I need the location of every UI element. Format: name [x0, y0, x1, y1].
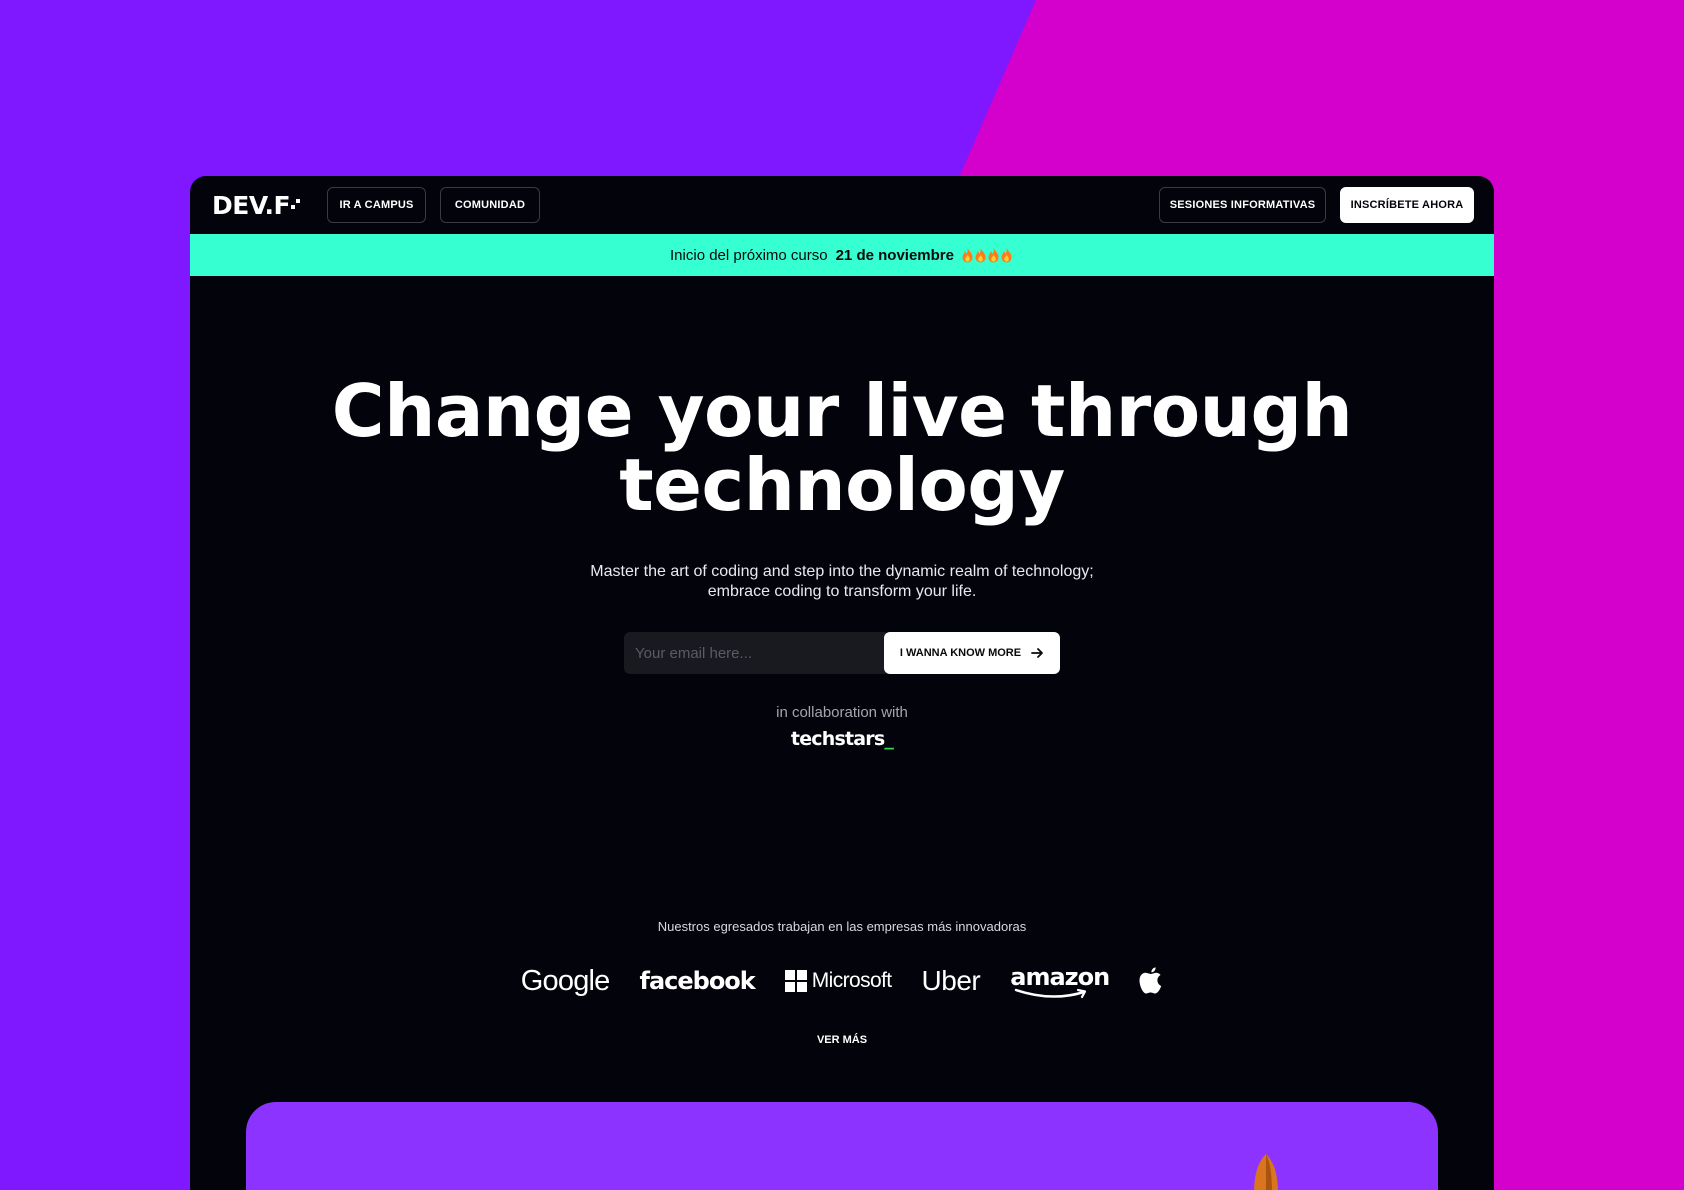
fire-icon — [962, 247, 973, 262]
hero-subtitle-line1: Master the art of coding and step into t… — [590, 563, 1094, 580]
amazon-smile-icon — [1015, 988, 1087, 999]
hero-title-line2: technology — [619, 443, 1065, 527]
companies-heading: Nuestros egresados trabajan en las empre… — [657, 919, 1027, 934]
apple-icon — [1139, 967, 1162, 994]
navbar: DEV.F IR A CAMPUS COMUNIDAD SESIONES INF… — [190, 176, 1494, 234]
announcement-bar: Inicio del próximo curso 21 de noviembre — [190, 234, 1494, 276]
google-logo: Google — [520, 964, 611, 997]
facebook-logo: facebook — [639, 967, 756, 995]
rocket-icon — [1254, 1154, 1278, 1190]
techstars-logo: techstars_ — [790, 728, 894, 750]
uber-logo: Uber — [921, 965, 981, 996]
campus-button[interactable]: IR A CAMPUS — [327, 187, 426, 223]
fire-icon — [975, 247, 986, 262]
announcement-date: 21 de noviembre — [835, 246, 954, 264]
company-logos: Google facebook Microsoft Uber amazon — [190, 961, 1494, 1001]
inscribete-ahora-button[interactable]: INSCRÍBETE AHORA — [1340, 187, 1474, 223]
cta-label: I WANNA KNOW MORE — [899, 647, 1022, 659]
sesiones-informativas-button[interactable]: SESIONES INFORMATIVAS — [1159, 187, 1326, 223]
announcement-text: Inicio del próximo curso — [670, 246, 828, 264]
devf-logo[interactable]: DEV.F — [212, 193, 301, 219]
collab-text: in collaboration with — [776, 704, 908, 721]
ver-mas-link[interactable]: VER MÁS — [190, 1034, 1494, 1046]
hero-title-line1: Change your live through — [331, 369, 1353, 453]
hero-title: Change your live through technology — [190, 374, 1494, 522]
fire-icons — [962, 247, 1014, 263]
comunidad-button[interactable]: COMUNIDAD — [440, 187, 540, 223]
arrow-right-icon — [1031, 648, 1043, 658]
purple-feature-card — [246, 1102, 1438, 1190]
hero-subtitle-line2: embrace coding to transform your life. — [707, 583, 977, 600]
windows-icon — [784, 970, 807, 992]
email-input[interactable] — [624, 632, 886, 674]
microsoft-logo: Microsoft — [784, 969, 892, 993]
hero-subtitle: Master the art of coding and step into t… — [542, 562, 1142, 602]
browser-window: DEV.F IR A CAMPUS COMUNIDAD SESIONES INF… — [190, 176, 1494, 1190]
wanna-know-more-button[interactable]: I WANNA KNOW MORE — [884, 632, 1060, 674]
fire-icon — [1001, 247, 1012, 262]
fire-icon — [988, 247, 999, 262]
amazon-logo: amazon — [1010, 963, 1110, 999]
